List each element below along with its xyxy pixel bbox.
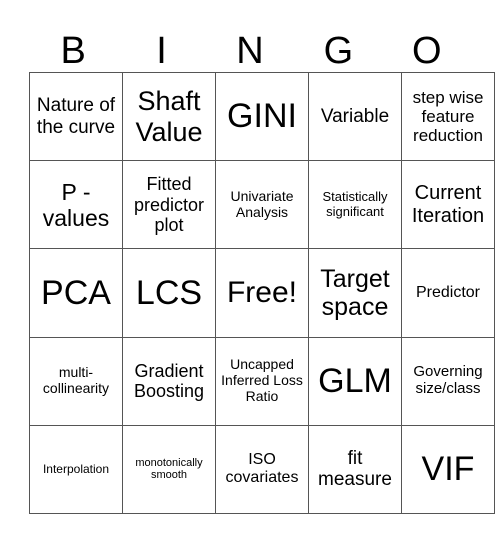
- bingo-cell[interactable]: Target space: [308, 248, 402, 338]
- bingo-cell[interactable]: Uncapped Inferred Loss Ratio: [215, 336, 309, 426]
- bingo-cell[interactable]: multi-collinearity: [29, 336, 123, 426]
- bingo-row: Interpolation monotonically smooth ISO cov…: [29, 424, 495, 515]
- bingo-cell[interactable]: Fitted predictor plot: [122, 160, 216, 250]
- bingo-row: multi-collinearity Gradient Boosting Uncap…: [29, 336, 495, 426]
- bingo-cell[interactable]: VIF: [401, 424, 495, 515]
- bingo-card: Nature of the curve Shaft Value GINI Variab…: [29, 71, 495, 515]
- bingo-row: PCA LCS Free! Target space Predictor: [29, 248, 495, 338]
- bingo-cell[interactable]: Shaft Value: [122, 71, 216, 162]
- bingo-cell[interactable]: Governing size/class: [401, 336, 495, 426]
- bingo-cell[interactable]: Predictor: [401, 248, 495, 338]
- bingo-cell[interactable]: step wise feature reduction: [401, 71, 495, 162]
- bingo-cell[interactable]: PCA: [29, 248, 123, 338]
- bingo-cell[interactable]: ISO covariates: [215, 424, 309, 515]
- bingo-row: P - values Fitted predictor plot Univariat…: [29, 160, 495, 250]
- bingo-cell[interactable]: Current Iteration: [401, 160, 495, 250]
- bingo-cell[interactable]: Statistically significant: [308, 160, 402, 250]
- header-letter-b: B: [60, 30, 86, 72]
- header-letter-o: O: [411, 30, 442, 72]
- bingo-cell[interactable]: Gradient Boosting: [122, 336, 216, 426]
- bingo-cell[interactable]: Nature of the curve: [29, 71, 123, 162]
- bingo-cell[interactable]: GLM: [308, 336, 402, 426]
- bingo-cell[interactable]: Free!: [215, 248, 309, 338]
- bingo-cell[interactable]: fit measure: [308, 424, 402, 515]
- bingo-cell[interactable]: P - values: [29, 160, 123, 250]
- bingo-cell[interactable]: GINI: [215, 71, 309, 162]
- bingo-cell[interactable]: Interpolation: [29, 424, 123, 515]
- header-letter-g: G: [323, 30, 354, 72]
- bingo-cell[interactable]: monotonically smooth: [122, 424, 216, 515]
- bingo-cell[interactable]: Variable: [308, 71, 402, 162]
- bingo-cell[interactable]: Univariate Analysis: [215, 160, 309, 250]
- bingo-row: Nature of the curve Shaft Value GINI Variab…: [29, 71, 495, 162]
- header-letter-n: N: [236, 30, 264, 72]
- bingo-cell[interactable]: LCS: [122, 248, 216, 338]
- header-letter-i: I: [156, 30, 167, 72]
- bingo-header: B I N G O: [29, 30, 471, 72]
